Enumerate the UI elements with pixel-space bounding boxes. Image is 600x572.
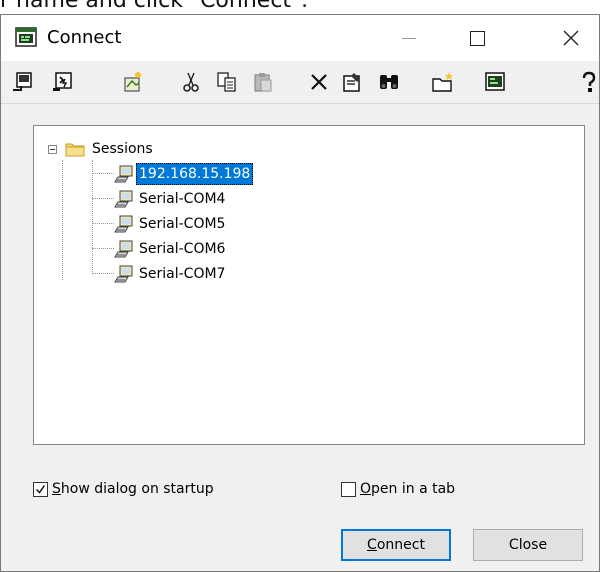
toolbar-copy-button[interactable] bbox=[213, 68, 241, 96]
session-icon bbox=[114, 240, 133, 258]
connect-button[interactable]: Connect bbox=[341, 529, 451, 561]
show-dialog-label: Show dialog on startup bbox=[52, 481, 214, 497]
instruction-text: r name and click "Connect". bbox=[0, 0, 309, 13]
minimize-button[interactable] bbox=[379, 15, 439, 61]
desktop-shortcut-icon bbox=[485, 72, 505, 91]
show-dialog-checkbox[interactable] bbox=[33, 481, 48, 497]
tree-connector bbox=[62, 160, 63, 280]
toolbar-paste-button[interactable] bbox=[249, 68, 277, 96]
accelerator-key: O bbox=[360, 481, 372, 497]
session-label: Serial-COM7 bbox=[139, 266, 226, 282]
properties-icon bbox=[343, 73, 360, 92]
checkmark-icon bbox=[35, 484, 46, 494]
toolbar-delete-button[interactable] bbox=[305, 68, 333, 96]
securecrt-app-icon bbox=[15, 27, 37, 47]
session-item[interactable]: Serial-COM5 bbox=[114, 212, 228, 236]
connect-dialog: Connect Sessions 192.168.15.198 Serial-C… bbox=[0, 14, 600, 572]
label-text: how dialog on startup bbox=[60, 481, 214, 497]
help-icon bbox=[582, 71, 596, 92]
open-in-tab-checkbox[interactable] bbox=[341, 481, 356, 497]
minimize-icon bbox=[402, 37, 416, 39]
toolbar-help-button[interactable] bbox=[575, 68, 599, 96]
connect-icon bbox=[13, 72, 32, 91]
tree-connector bbox=[92, 198, 114, 199]
tree-connector bbox=[92, 160, 93, 274]
session-tree[interactable]: Sessions 192.168.15.198 Serial-COM4 Seri… bbox=[33, 125, 585, 445]
quick-connect-icon bbox=[53, 72, 72, 91]
label-text: pen in a tab bbox=[371, 481, 456, 497]
close-window-button[interactable] bbox=[541, 15, 599, 61]
copy-icon bbox=[217, 72, 236, 92]
session-item[interactable]: 192.168.15.198 bbox=[114, 162, 254, 186]
connect-button-label: Connect bbox=[367, 537, 425, 553]
toolbar-new-folder-button[interactable] bbox=[429, 68, 457, 96]
session-label: Serial-COM5 bbox=[139, 216, 226, 232]
toolbar-cut-button[interactable] bbox=[177, 68, 205, 96]
window-title: Connect bbox=[47, 27, 122, 48]
tree-connector bbox=[92, 223, 114, 224]
sessions-folder-label: Sessions bbox=[92, 141, 153, 157]
cut-icon bbox=[183, 72, 199, 92]
tree-connector bbox=[92, 173, 114, 174]
title-bar: Connect bbox=[1, 15, 599, 61]
open-in-tab-label: Open in a tab bbox=[360, 481, 455, 497]
toolbar-quick-connect-button[interactable] bbox=[49, 68, 77, 96]
session-icon bbox=[114, 215, 133, 233]
folder-icon bbox=[65, 143, 85, 157]
accelerator-key: C bbox=[367, 537, 377, 553]
session-icon bbox=[114, 265, 133, 283]
session-item[interactable]: Serial-COM7 bbox=[114, 262, 228, 286]
toolbar-desktop-shortcut-button[interactable] bbox=[481, 68, 509, 96]
session-label: Serial-COM6 bbox=[139, 241, 226, 257]
tree-connector bbox=[92, 248, 114, 249]
show-dialog-option[interactable]: Show dialog on startup bbox=[33, 481, 214, 497]
toolbar-properties-button[interactable] bbox=[339, 68, 367, 96]
accelerator-key: S bbox=[52, 481, 61, 497]
toolbar-connect-button[interactable] bbox=[9, 68, 37, 96]
find-icon bbox=[380, 75, 398, 89]
delete-icon bbox=[311, 74, 327, 90]
toolbar-new-session-button[interactable] bbox=[119, 68, 147, 96]
toolbar bbox=[1, 61, 599, 104]
session-icon bbox=[114, 165, 133, 183]
maximize-button[interactable] bbox=[447, 15, 507, 61]
session-label: Serial-COM4 bbox=[139, 191, 226, 207]
paste-icon bbox=[254, 73, 272, 92]
close-button[interactable]: Close bbox=[473, 529, 583, 561]
label-text: onnect bbox=[376, 537, 425, 553]
collapse-expander-icon[interactable] bbox=[48, 144, 57, 154]
tree-node-sessions[interactable]: Sessions bbox=[48, 137, 156, 161]
session-icon bbox=[114, 190, 133, 208]
close-icon bbox=[563, 30, 579, 46]
new-session-icon bbox=[124, 72, 141, 92]
session-item[interactable]: Serial-COM4 bbox=[114, 187, 228, 211]
session-item[interactable]: Serial-COM6 bbox=[114, 237, 228, 261]
close-button-label: Close bbox=[508, 537, 548, 553]
tree-connector bbox=[92, 273, 114, 274]
minus-glyph bbox=[50, 148, 55, 150]
new-folder-icon bbox=[432, 72, 453, 92]
open-in-tab-option[interactable]: Open in a tab bbox=[341, 481, 455, 497]
session-label: 192.168.15.198 bbox=[136, 163, 254, 185]
toolbar-find-button[interactable] bbox=[375, 68, 403, 96]
maximize-icon bbox=[469, 30, 485, 46]
